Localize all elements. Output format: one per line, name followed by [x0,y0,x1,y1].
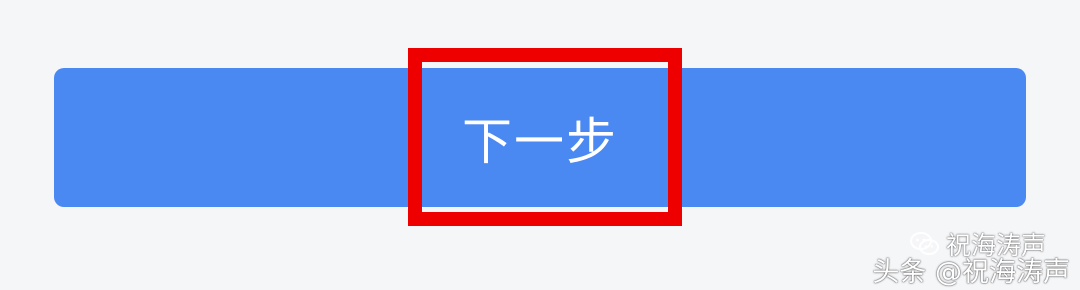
toutiao-watermark: 头条 @祝海涛声 [872,257,1070,288]
next-step-label: 下一步 [462,112,618,171]
page: 下一步 祝海涛声 头条 @祝海涛声 [0,0,1080,290]
next-step-button[interactable]: 下一步 [54,68,1026,207]
